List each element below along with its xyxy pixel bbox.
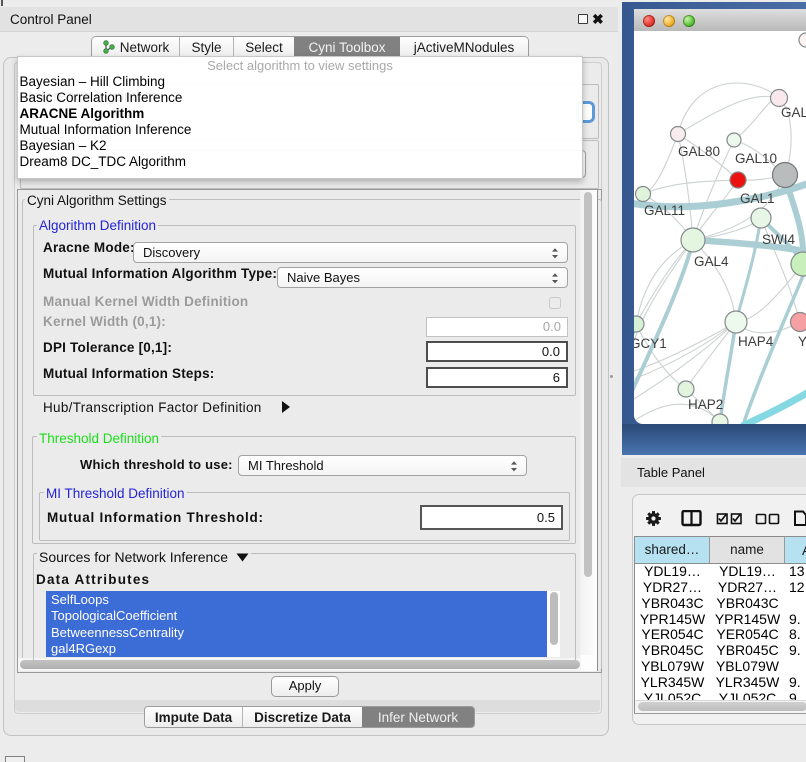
svg-text:GAL80: GAL80	[678, 144, 720, 159]
svg-text:GAL7: GAL7	[781, 105, 806, 120]
svg-text:GCY1: GCY1	[634, 336, 667, 351]
svg-text:YD: YD	[798, 334, 806, 349]
svg-text:GAL11: GAL11	[644, 203, 685, 218]
svg-text:HAP4: HAP4	[738, 334, 774, 349]
svg-text:GAL4: GAL4	[694, 254, 729, 269]
svg-text:SWI4: SWI4	[762, 232, 795, 247]
svg-text:HAP2: HAP2	[688, 397, 723, 412]
svg-text:GAL1: GAL1	[740, 191, 775, 206]
svg-text:GAL10: GAL10	[735, 151, 777, 166]
